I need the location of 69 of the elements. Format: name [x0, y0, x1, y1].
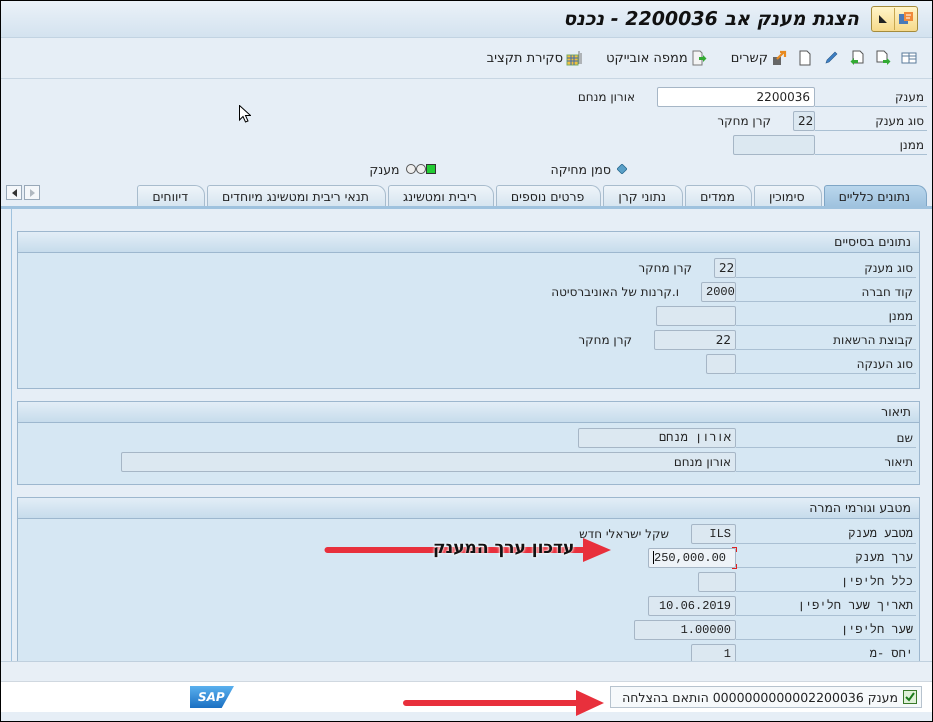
- toolbar-button[interactable]: קשרים: [728, 48, 790, 68]
- field-description: ו.קרנות של האוניברסיטה: [551, 285, 679, 299]
- field-label: קבוצת הרשאות: [736, 330, 916, 350]
- diamond-icon: [617, 164, 627, 174]
- field-description: קרן מחקר: [578, 333, 632, 347]
- logo: SAP: [190, 686, 234, 708]
- window-title: הצגת מענק אב 2200036 - נכנס: [563, 8, 859, 30]
- input-field[interactable]: 250,000.00: [648, 548, 736, 568]
- pointer-icon: [239, 105, 251, 123]
- input-field[interactable]: 22: [793, 111, 815, 131]
- input-field[interactable]: ILS: [691, 524, 736, 544]
- tab[interactable]: דיווחים: [137, 185, 206, 206]
- input-field[interactable]: 2000: [701, 282, 736, 302]
- input-field[interactable]: [698, 572, 736, 592]
- field-description: קרן מחקר: [638, 261, 692, 275]
- field-label: מטבע מענק: [736, 524, 916, 544]
- field-label: תיאור: [736, 452, 916, 472]
- field-description: שקל ישראלי חדש: [579, 527, 669, 541]
- field-label: כלל חליפין: [736, 572, 916, 592]
- link-icon: [771, 50, 787, 66]
- toolbar-button[interactable]: ממפה אובייקט: [603, 48, 710, 68]
- field-label: שם: [736, 428, 916, 448]
- tab[interactable]: נתונים כלליים: [824, 185, 927, 206]
- table-icon: [901, 50, 917, 66]
- input-field[interactable]: 1: [691, 644, 736, 661]
- legend-label: מענק: [369, 162, 400, 176]
- chart-icon: [566, 50, 582, 66]
- tab[interactable]: תנאי ריבית ומטשינג מיוחדים: [207, 185, 386, 206]
- toolbar-button[interactable]: סקירת תקציב: [484, 48, 586, 68]
- field-label: קוד חברה: [736, 282, 916, 302]
- document-arrow-icon: [690, 50, 707, 66]
- check-icon: [903, 690, 917, 704]
- input-field[interactable]: 10.06.2019: [648, 596, 736, 616]
- tab[interactable]: פרטים נוספים: [496, 185, 602, 206]
- group-title: מטבע וגורמי המרה: [18, 498, 919, 519]
- status-message: מענק 0000000000002200036 הותאם בהצלחה: [622, 690, 898, 704]
- input-field[interactable]: 22: [714, 258, 736, 278]
- scroll-left-button[interactable]: [6, 185, 22, 200]
- field-label: תאריך שער חליפין: [736, 596, 916, 616]
- field-label: ממנן: [736, 306, 916, 326]
- tab[interactable]: ממדים: [685, 185, 752, 206]
- input-field[interactable]: אורון מנחם: [121, 452, 736, 472]
- input-field[interactable]: [733, 135, 815, 155]
- tab[interactable]: ריבית ומטשינג: [388, 185, 494, 206]
- right-triangle-icon: [30, 188, 34, 196]
- input-field[interactable]: [656, 306, 736, 326]
- input-field[interactable]: [706, 354, 736, 374]
- field-label: סוג הענקה: [736, 354, 916, 374]
- field-description: אורון מנחם: [578, 90, 635, 104]
- corner-icon: [879, 15, 887, 23]
- tab[interactable]: סימוכין: [754, 185, 822, 206]
- document-arrow-icon: [849, 50, 865, 66]
- left-triangle-icon: [12, 188, 16, 196]
- screen-icon: [898, 11, 914, 27]
- input-field[interactable]: 1.00000: [634, 620, 736, 640]
- field-label: שער חליפין: [736, 620, 916, 640]
- field-description: קרן מחקר: [717, 114, 771, 128]
- page-icon: [797, 50, 813, 66]
- tab[interactable]: נתוני קרן: [603, 185, 684, 206]
- field-label: סוג מענק: [736, 258, 916, 278]
- title-icon-button[interactable]: [871, 6, 918, 32]
- input-field[interactable]: 22: [654, 330, 736, 350]
- input-field[interactable]: 2200036: [657, 87, 815, 107]
- group-title: נתונים בסיסיים: [18, 232, 919, 253]
- pencil-icon: [823, 50, 839, 66]
- legend-label: סמן מחיקה: [550, 162, 611, 176]
- input-field[interactable]: אורון מנחם: [578, 428, 736, 448]
- document-arrow-icon: [875, 50, 891, 66]
- group-title: תיאור: [18, 402, 919, 423]
